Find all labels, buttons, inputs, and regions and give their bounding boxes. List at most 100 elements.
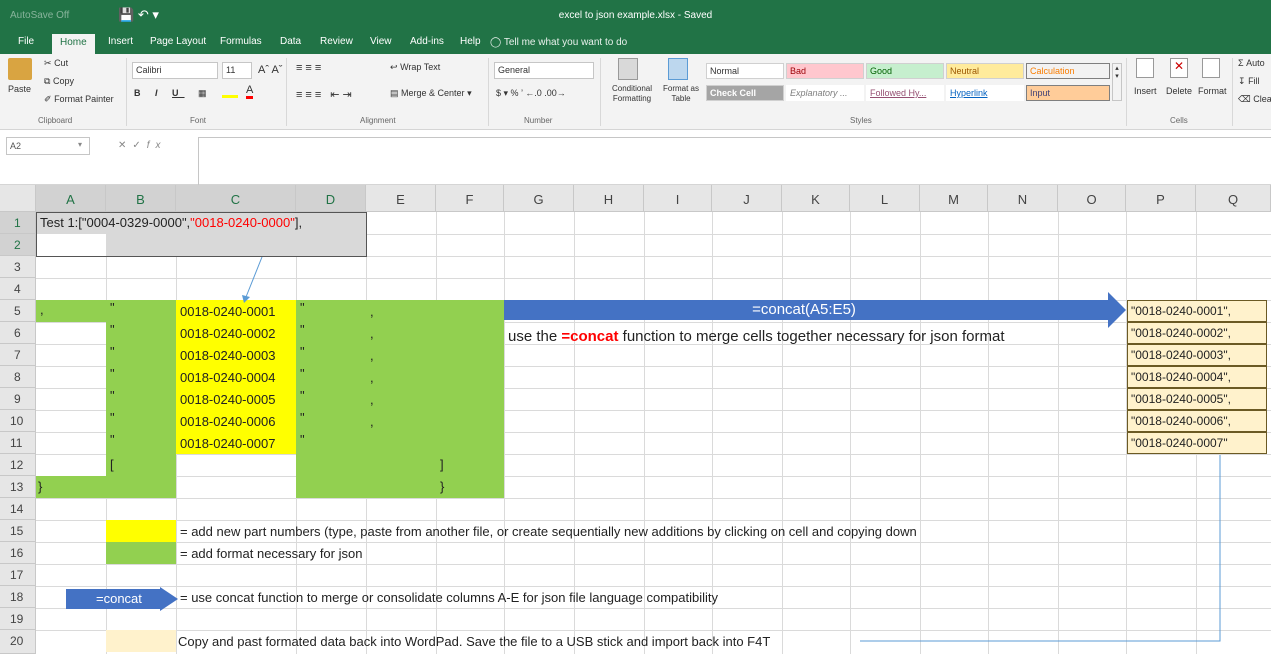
tab-formulas[interactable]: Formulas xyxy=(220,36,262,47)
fill-color-icon[interactable] xyxy=(222,84,238,98)
cell-b12[interactable]: [ xyxy=(110,457,114,472)
row-header-2[interactable]: 2 xyxy=(0,234,36,256)
cell-c8[interactable]: 0018-0240-0004 xyxy=(180,370,275,385)
style-explanatory[interactable]: Explanatory ... xyxy=(786,85,864,101)
font-color-icon[interactable]: A xyxy=(246,84,254,99)
style-hyperlink[interactable]: Hyperlink xyxy=(946,85,1024,101)
cell-d7[interactable]: " xyxy=(300,344,305,359)
column-header-i[interactable]: I xyxy=(644,185,712,212)
result-cell-p8[interactable]: "0018-0240-0004", xyxy=(1127,366,1267,388)
cell-f13[interactable]: } xyxy=(440,479,444,494)
tab-file[interactable]: File xyxy=(18,36,34,47)
autosum-button[interactable]: Σ Auto xyxy=(1238,58,1265,68)
conditional-formatting-icon[interactable] xyxy=(618,58,638,80)
column-header-g[interactable]: G xyxy=(504,185,574,212)
column-header-m[interactable]: M xyxy=(920,185,988,212)
paste-icon[interactable] xyxy=(8,58,32,80)
cell-c11[interactable]: 0018-0240-0007 xyxy=(180,436,275,451)
tab-add-ins[interactable]: Add-ins xyxy=(410,36,444,47)
column-header-j[interactable]: J xyxy=(712,185,782,212)
tab-review[interactable]: Review xyxy=(320,36,353,47)
result-cell-p6[interactable]: "0018-0240-0002", xyxy=(1127,322,1267,344)
style-bad[interactable]: Bad xyxy=(786,63,864,79)
cell-b9[interactable]: " xyxy=(110,388,115,403)
format-as-table-button[interactable]: Format as Table xyxy=(660,84,702,104)
bold-italic-underline-buttons[interactable]: B I U xyxy=(134,88,185,98)
column-header-p[interactable]: P xyxy=(1126,185,1196,212)
delete-cells-button[interactable]: Delete xyxy=(1166,86,1192,96)
cell-a13[interactable]: } xyxy=(38,479,42,494)
borders-icon[interactable]: ▦ xyxy=(198,88,207,99)
vertical-align-icons[interactable]: ≡≡≡ xyxy=(296,62,324,74)
style-normal[interactable]: Normal xyxy=(706,63,784,79)
column-header-q[interactable]: Q xyxy=(1196,185,1271,212)
number-format-select[interactable]: General xyxy=(494,62,594,79)
select-all-corner[interactable] xyxy=(0,185,36,212)
cell-c6[interactable]: 0018-0240-0002 xyxy=(180,326,275,341)
format-as-table-icon[interactable] xyxy=(668,58,688,80)
column-header-c[interactable]: C xyxy=(176,185,296,212)
copy-button[interactable]: ⧉ Copy xyxy=(44,76,74,87)
tab-page-layout[interactable]: Page Layout xyxy=(150,36,206,47)
cell-c10[interactable]: 0018-0240-0006 xyxy=(180,414,275,429)
cell-b5[interactable]: " xyxy=(110,300,115,315)
row-header-12[interactable]: 12 xyxy=(0,454,36,476)
column-header-d[interactable]: D xyxy=(296,185,366,212)
row-header-14[interactable]: 14 xyxy=(0,498,36,520)
row-header-6[interactable]: 6 xyxy=(0,322,36,344)
row-header-10[interactable]: 10 xyxy=(0,410,36,432)
green-column-b[interactable] xyxy=(106,300,176,476)
cell-d8[interactable]: " xyxy=(300,366,305,381)
column-header-n[interactable]: N xyxy=(988,185,1058,212)
insert-cells-button[interactable]: Insert xyxy=(1134,86,1157,96)
result-cell-p10[interactable]: "0018-0240-0006", xyxy=(1127,410,1267,432)
row-header-7[interactable]: 7 xyxy=(0,344,36,366)
green-row-13[interactable] xyxy=(36,476,176,498)
worksheet-grid[interactable]: A B C D E F G H I J K L M N O P Q 1 2 3 … xyxy=(0,185,1271,654)
cell-b11[interactable]: " xyxy=(110,432,115,447)
clear-button[interactable]: ⌫ Clea xyxy=(1238,94,1271,105)
cell-e5[interactable]: , xyxy=(370,304,374,319)
cell-d5[interactable]: " xyxy=(300,300,305,315)
row-header-11[interactable]: 11 xyxy=(0,432,36,454)
tab-view[interactable]: View xyxy=(370,36,392,47)
cell-e6[interactable]: , xyxy=(370,326,374,341)
styles-gallery-scroll[interactable]: ▴ ▾ xyxy=(1112,63,1122,101)
conditional-formatting-button[interactable]: Conditional Formatting xyxy=(604,84,660,104)
column-header-h[interactable]: H xyxy=(574,185,644,212)
delete-cells-icon[interactable]: ✕ xyxy=(1170,58,1188,78)
row-header-4[interactable]: 4 xyxy=(0,278,36,300)
style-input[interactable]: Input xyxy=(1026,85,1110,101)
cell-d10[interactable]: " xyxy=(300,410,305,425)
cell-c7[interactable]: 0018-0240-0003 xyxy=(180,348,275,363)
result-cell-p7[interactable]: "0018-0240-0003", xyxy=(1127,344,1267,366)
column-header-l[interactable]: L xyxy=(850,185,920,212)
green-cell-a5[interactable] xyxy=(36,300,106,322)
cell-d6[interactable]: " xyxy=(300,322,305,337)
cell-b7[interactable]: " xyxy=(110,344,115,359)
cut-button[interactable]: ✂ Cut xyxy=(44,58,68,69)
cell-a5[interactable]: , xyxy=(40,302,44,317)
cell-e8[interactable]: , xyxy=(370,370,374,385)
column-header-a[interactable]: A xyxy=(36,185,106,212)
row-header-18[interactable]: 18 xyxy=(0,586,36,608)
font-size-select[interactable]: 11 xyxy=(222,62,252,79)
row-header-17[interactable]: 17 xyxy=(0,564,36,586)
cell-b8[interactable]: " xyxy=(110,366,115,381)
insert-cells-icon[interactable] xyxy=(1136,58,1154,78)
row-header-9[interactable]: 9 xyxy=(0,388,36,410)
tab-help[interactable]: Help xyxy=(460,36,481,47)
row-header-5[interactable]: 5 xyxy=(0,300,36,322)
tab-home[interactable]: Home xyxy=(52,34,95,54)
row-header-15[interactable]: 15 xyxy=(0,520,36,542)
merge-center-button[interactable]: ▤ Merge & Center ▾ xyxy=(390,88,472,99)
format-painter-button[interactable]: ✐ Format Painter xyxy=(44,94,114,105)
style-calculation[interactable]: Calculation xyxy=(1026,63,1110,79)
row-header-16[interactable]: 16 xyxy=(0,542,36,564)
tab-insert[interactable]: Insert xyxy=(108,36,133,47)
wrap-text-button[interactable]: ↩ Wrap Text xyxy=(390,62,440,73)
formula-input[interactable] xyxy=(198,137,1271,185)
row-header-20[interactable]: 20 xyxy=(0,630,36,654)
name-box-dropdown-icon[interactable]: ▾ xyxy=(78,140,82,149)
row-header-3[interactable]: 3 xyxy=(0,256,36,278)
